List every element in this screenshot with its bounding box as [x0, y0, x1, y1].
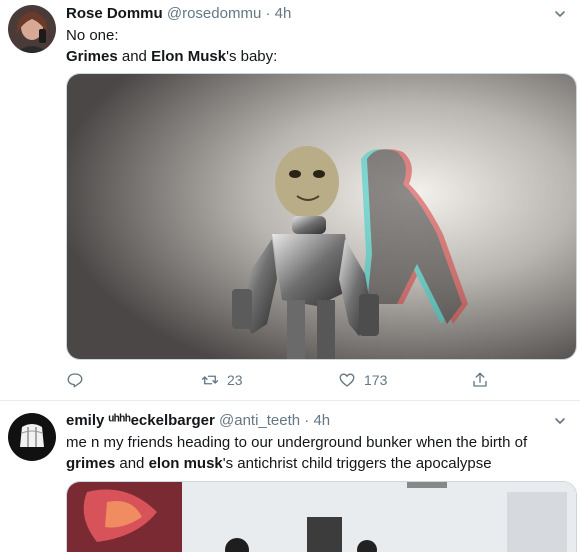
- retweet-icon: [201, 375, 219, 385]
- tweet-header: Rose Dommu @rosedommu · 4h: [66, 4, 291, 24]
- username[interactable]: @rosedommu: [167, 5, 261, 22]
- tweet-image[interactable]: [66, 73, 577, 360]
- timestamp[interactable]: 4h: [275, 5, 292, 22]
- separator: ·: [265, 5, 271, 22]
- timestamp[interactable]: 4h: [313, 412, 330, 429]
- display-name[interactable]: Rose Dommu: [66, 5, 163, 22]
- tweet-header: emily ᵘʰʰʰeckelbarger @anti_teeth · 4h: [66, 411, 330, 431]
- share-button[interactable]: [471, 369, 489, 391]
- retweet-button[interactable]: 23: [201, 369, 243, 391]
- tweet-actions: 23 173: [66, 369, 566, 391]
- mention-highlight: Elon Musk: [151, 48, 227, 65]
- share-icon: [473, 372, 487, 387]
- mention-highlight: grimes: [66, 455, 116, 472]
- like-count: 173: [364, 372, 388, 388]
- tweet-line: me n my friends heading to our undergrou…: [66, 434, 528, 451]
- avatar[interactable]: [8, 413, 56, 461]
- tweet-text: No one: Grimes and Elon Musk's baby:: [66, 25, 568, 67]
- tweet[interactable]: emily ᵘʰʰʰeckelbarger @anti_teeth · 4h m…: [0, 401, 580, 552]
- tweet-line: No one:: [66, 27, 119, 44]
- tweet-line: Grimes and Elon Musk's baby:: [66, 48, 278, 65]
- display-name[interactable]: emily ᵘʰʰʰeckelbarger: [66, 412, 215, 429]
- username[interactable]: @anti_teeth: [219, 412, 300, 429]
- tweet-image[interactable]: [66, 481, 577, 552]
- heart-icon: [339, 373, 355, 387]
- reply-icon: [67, 373, 83, 388]
- mention-highlight: Grimes: [66, 48, 118, 65]
- tweet-line: grimes and elon musk's antichrist child …: [66, 455, 492, 472]
- retweet-count: 23: [227, 372, 243, 388]
- chevron-down-icon[interactable]: [554, 415, 566, 427]
- mention-highlight: elon musk: [148, 455, 223, 472]
- chevron-down-icon[interactable]: [554, 8, 566, 20]
- reply-button[interactable]: [66, 369, 84, 391]
- separator: ·: [304, 412, 310, 429]
- tweet[interactable]: Rose Dommu @rosedommu · 4h No one: Grime…: [0, 0, 580, 401]
- tweet-text: me n my friends heading to our undergrou…: [66, 432, 568, 474]
- like-button[interactable]: 173: [338, 369, 387, 391]
- avatar[interactable]: [8, 5, 56, 53]
